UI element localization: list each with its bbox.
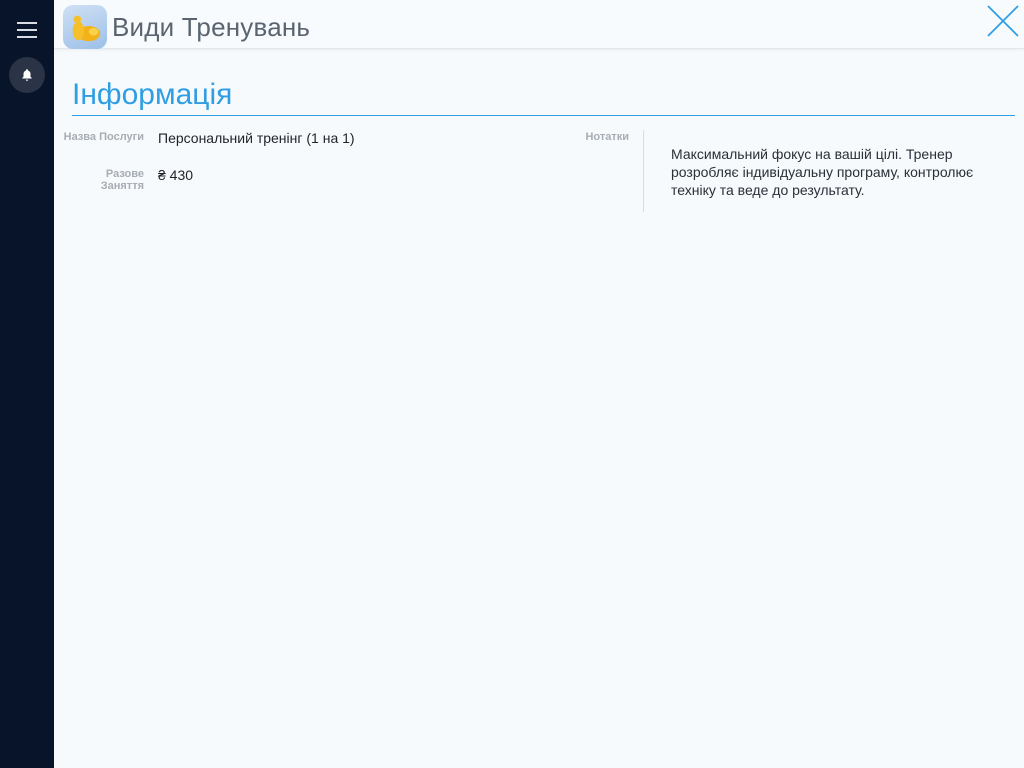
section-title: Інформація: [72, 78, 233, 111]
bell-icon: [22, 69, 32, 81]
close-button[interactable]: [986, 4, 1020, 38]
section-divider: [72, 115, 1015, 116]
single-session-label: Разове Заняття: [100, 168, 144, 192]
notes-value: Максимальний фокус на вашій цілі. Тренер…: [671, 146, 974, 198]
hamburger-menu-icon[interactable]: [17, 22, 37, 42]
page-title: Види Тренувань: [112, 12, 311, 42]
single-session-price: ₴ 430: [158, 167, 194, 183]
header: Види Тренувань: [54, 0, 1024, 49]
sidebar: [0, 0, 54, 768]
close-icon: [987, 5, 1019, 37]
notifications-button[interactable]: [9, 57, 45, 93]
flexed-biceps-icon: [63, 5, 107, 49]
service-name-label: Назва Послуги: [63, 131, 144, 143]
notes-label: Нотатки: [585, 131, 629, 143]
service-name-value: Персональний тренінг (1 на 1): [158, 130, 355, 146]
column-divider: [643, 130, 644, 212]
